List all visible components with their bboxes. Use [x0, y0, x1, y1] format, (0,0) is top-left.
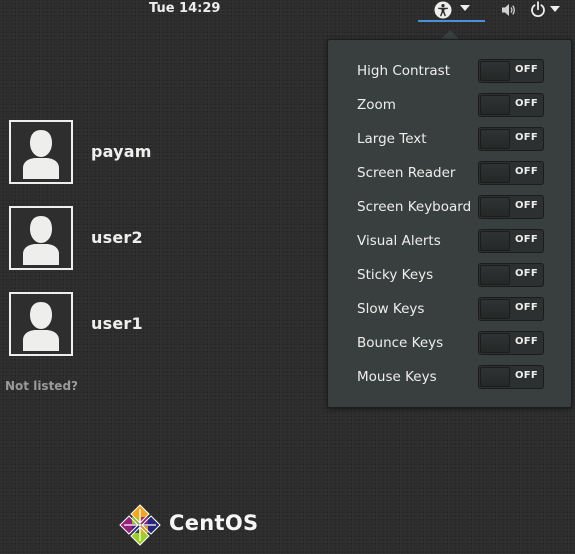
accessibility-menu-popup: High Contrast OFF Zoom OFF Large Text OF…	[327, 39, 572, 408]
chevron-down-icon	[460, 5, 470, 11]
centos-logo-text: CentOS	[169, 511, 259, 535]
chevron-down-icon	[550, 6, 560, 12]
menu-item-label: Screen Keyboard	[357, 199, 472, 215]
user-item-user2[interactable]: user2	[9, 206, 289, 270]
toggle-state: OFF	[515, 302, 539, 313]
toggle-state: OFF	[515, 370, 539, 381]
menu-item-label: Sticky Keys	[357, 267, 434, 283]
zoom-toggle[interactable]: OFF	[478, 93, 544, 117]
menu-item-large-text[interactable]: Large Text OFF	[328, 122, 571, 156]
toggle-knob	[480, 367, 510, 387]
menu-item-label: Zoom	[357, 97, 396, 113]
slow-keys-toggle[interactable]: OFF	[478, 297, 544, 321]
top-bar: Tue 14:29	[0, 0, 575, 22]
toggle-knob	[480, 197, 510, 217]
centos-logo-icon	[119, 504, 161, 546]
menu-item-sticky-keys[interactable]: Sticky Keys OFF	[328, 258, 571, 292]
high-contrast-toggle[interactable]: OFF	[478, 59, 544, 83]
menu-item-label: Bounce Keys	[357, 335, 444, 351]
toggle-state: OFF	[515, 98, 539, 109]
toggle-knob	[480, 95, 510, 115]
mouse-keys-toggle[interactable]: OFF	[478, 365, 544, 389]
not-listed-link[interactable]: Not listed?	[5, 379, 78, 393]
toggle-knob	[480, 231, 510, 251]
user-silhouette-icon	[23, 216, 59, 265]
menu-item-mouse-keys[interactable]: Mouse Keys OFF	[328, 360, 571, 394]
user-silhouette-icon	[23, 130, 59, 179]
menu-item-label: Visual Alerts	[357, 233, 441, 249]
accessibility-person-icon	[434, 1, 452, 19]
toggle-state: OFF	[515, 166, 539, 177]
toggle-knob	[480, 265, 510, 285]
menu-item-bounce-keys[interactable]: Bounce Keys OFF	[328, 326, 571, 360]
toggle-knob	[480, 61, 510, 81]
volume-icon[interactable]	[501, 2, 517, 18]
user-item-payam[interactable]: payam	[9, 120, 289, 184]
toggle-state: OFF	[515, 200, 539, 211]
user-name: payam	[91, 142, 152, 161]
user-item-user1[interactable]: user1	[9, 292, 289, 356]
toggle-knob	[480, 129, 510, 149]
menu-item-label: Slow Keys	[357, 301, 425, 317]
menu-item-slow-keys[interactable]: Slow Keys OFF	[328, 292, 571, 326]
menu-item-high-contrast[interactable]: High Contrast OFF	[328, 54, 571, 88]
power-menu-button[interactable]	[528, 0, 568, 22]
menu-item-zoom[interactable]: Zoom OFF	[328, 88, 571, 122]
user-silhouette-icon	[23, 302, 59, 351]
toggle-state: OFF	[515, 268, 539, 279]
toggle-knob	[480, 163, 510, 183]
menu-item-visual-alerts[interactable]: Visual Alerts OFF	[328, 224, 571, 258]
menu-item-label: Screen Reader	[357, 165, 456, 181]
screen-reader-toggle[interactable]: OFF	[478, 161, 544, 185]
toggle-state: OFF	[515, 64, 539, 75]
toggle-state: OFF	[515, 234, 539, 245]
power-icon	[531, 1, 545, 17]
toggle-state: OFF	[515, 336, 539, 347]
toggle-state: OFF	[515, 132, 539, 143]
user-name: user1	[91, 314, 143, 333]
sticky-keys-toggle[interactable]: OFF	[478, 263, 544, 287]
avatar	[9, 206, 73, 270]
user-name: user2	[91, 228, 143, 247]
accessibility-menu-button[interactable]	[418, 0, 485, 22]
toggle-knob	[480, 299, 510, 319]
visual-alerts-toggle[interactable]: OFF	[478, 229, 544, 253]
toggle-knob	[480, 333, 510, 353]
avatar	[9, 292, 73, 356]
clock[interactable]: Tue 14:29	[149, 1, 220, 16]
bounce-keys-toggle[interactable]: OFF	[478, 331, 544, 355]
large-text-toggle[interactable]: OFF	[478, 127, 544, 151]
menu-item-label: Large Text	[357, 131, 427, 147]
menu-item-screen-reader[interactable]: Screen Reader OFF	[328, 156, 571, 190]
menu-item-screen-keyboard[interactable]: Screen Keyboard OFF	[328, 190, 571, 224]
screen-keyboard-toggle[interactable]: OFF	[478, 195, 544, 219]
menu-item-label: Mouse Keys	[357, 369, 437, 385]
avatar	[9, 120, 73, 184]
menu-item-label: High Contrast	[357, 63, 451, 79]
